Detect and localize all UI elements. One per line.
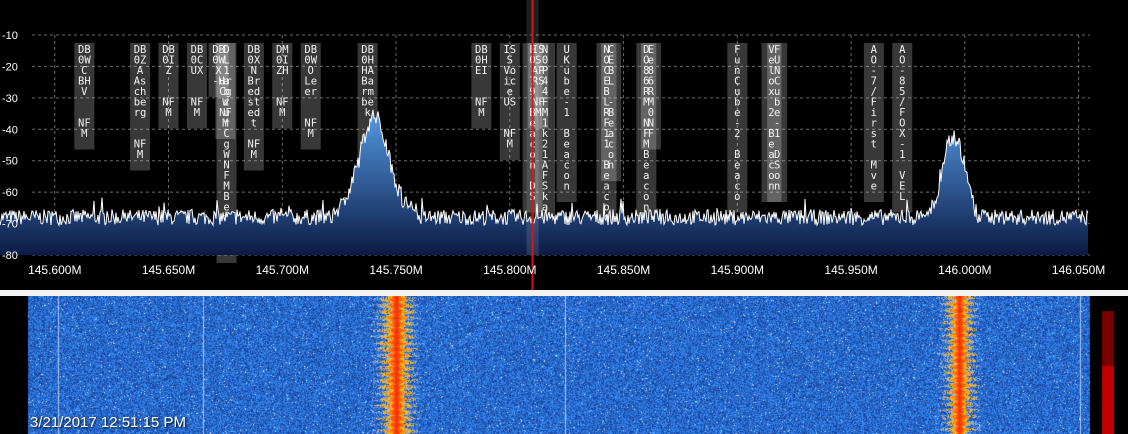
bookmark-line: t [251,118,257,130]
bookmark-line: M [251,149,257,161]
bookmark[interactable]: DB0WCBHV NFMDB0WCBHVNFM [46,43,122,150]
bookmark-line: ZH [276,65,289,77]
bookmark-line: M [308,128,314,140]
waterfall-timestamp: 3/21/2017 12:51:15 PM [30,414,186,431]
bookmark-line: M [279,107,285,119]
bookmark-line: 1 [899,149,905,161]
db-tick-label: -80 [2,250,18,262]
freq-tick-label: 145.800M [483,263,536,277]
bookmark-line: er [304,86,317,98]
bookmark-line: L [608,76,614,88]
bookmark-line: M [165,107,171,119]
db-tick-label: -70 [2,219,18,231]
tuning-marker[interactable] [526,0,539,290]
bookmark-line: Z [165,65,171,77]
bookmark-line: M [81,128,87,140]
spectrum-display[interactable]: DB0WCBHV NFMDB0WCBHVNFMDB0ZAAschberg NFM… [0,0,1128,290]
bookmark-line: EI [475,65,488,77]
bookmark-line: M [137,149,143,161]
bookmark-line: n [774,181,780,193]
bookmark-line: e [871,181,877,193]
bookmark-line: t [871,139,877,151]
db-tick-label: -10 [2,30,18,42]
bookmark-line: M [222,118,228,130]
db-tick-label: -30 [2,93,18,105]
freq-tick-label: 145.700M [256,263,309,277]
freq-tick-label: 146.050M [1052,263,1105,277]
bookmark-line: M [194,107,200,119]
bookmark-line: M [507,139,513,151]
db-tick-label: -40 [2,124,18,136]
bookmark-line: US [503,97,516,109]
freq-tick-label: 145.750M [369,263,422,277]
bookmark-line: k [364,107,371,119]
bookmark-line: M [478,107,484,119]
bookmark-line: 2 [734,128,740,140]
bookmark-line: L [899,191,905,203]
bookmark-line: UX [191,65,204,77]
bookmark-line: rg [134,107,147,119]
bookmark[interactable]: E0 86 RMEe86RM0NF [626,43,677,150]
frequency-scale: 145.600M 145.650M 145.700M 145.750M 145.800M… [28,263,1105,277]
freq-tick-label: 145.650M [142,263,195,277]
db-tick-label: -20 [2,61,18,73]
bookmark-line: 1 [774,128,780,140]
freq-tick-label: 145.850M [597,263,650,277]
bookmark-line: n [608,160,614,172]
freq-tick-label: 145.950M [824,263,877,277]
bookmark-line: V [81,86,88,98]
db-scale: -10 -20 -30 -40 -50 -60 -70 -80 [2,30,18,262]
db-tick-label: -50 [2,156,18,168]
freq-tick-label: 146.000M [938,263,991,277]
freq-tick-label: 145.900M [711,263,764,277]
bookmark-line: F [648,128,654,140]
bookmark-line: o [734,191,740,203]
db-tick-label: -60 [2,187,18,199]
bookmark-line: 1 [564,107,570,119]
bookmark-line: n [564,181,570,193]
freq-tick-label: 145.600M [28,263,81,277]
